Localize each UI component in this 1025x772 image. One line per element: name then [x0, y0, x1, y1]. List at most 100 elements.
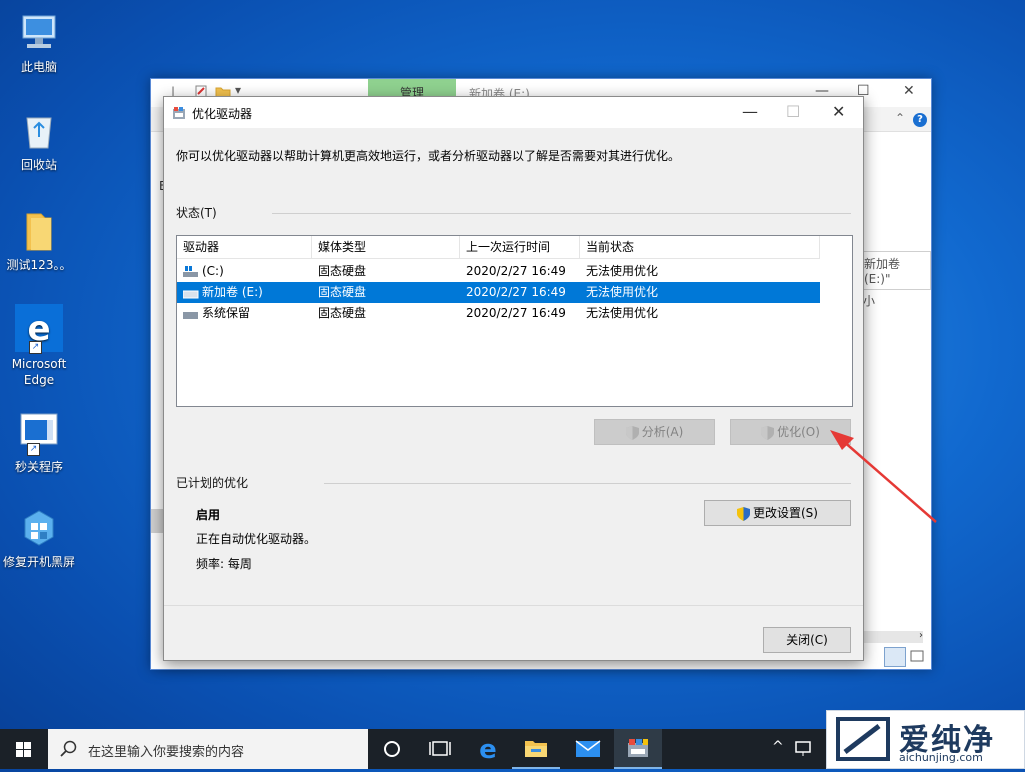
defrag-app-icon [628, 739, 648, 757]
taskbar-edge[interactable]: e [464, 729, 512, 769]
size-column-header[interactable]: 小 [863, 292, 875, 309]
help-icon[interactable]: ? [913, 113, 927, 127]
customize-toolbar-icon[interactable]: ▾ [235, 83, 241, 97]
scroll-right-icon[interactable]: › [919, 630, 923, 641]
taskbar-defrag[interactable] [614, 729, 662, 769]
last-run-time: 2020/2/27 16:49 [466, 264, 566, 278]
watermark-url: aichunjing.com [899, 751, 983, 764]
shortcut-arrow-icon: ↗ [29, 341, 42, 354]
uac-shield-icon [761, 425, 775, 440]
desktop-icon-label: 秒关程序 [14, 460, 63, 474]
network-icon[interactable] [794, 740, 814, 758]
drive-icon [183, 311, 198, 319]
mail-icon [575, 740, 601, 757]
show-hidden-icons-icon[interactable]: ^ [772, 739, 784, 755]
status-section-label: 状态(T) [176, 206, 217, 220]
desktop-icon-label: 测试123。。 [6, 258, 72, 272]
desktop-icon-this-pc[interactable]: 此电脑 [2, 10, 76, 75]
column-header-status[interactable]: 当前状态 [580, 236, 820, 258]
column-header-media[interactable]: 媒体类型 [312, 236, 460, 258]
start-button[interactable] [0, 729, 48, 769]
search-placeholder: 在这里输入你要搜索的内容 [88, 745, 245, 760]
table-row-selected[interactable]: 新加卷 (E:) 固态硬盘 2020/2/27 16:49 无法使用优化 [177, 282, 820, 303]
nav-pane-highlight [151, 509, 163, 533]
computer-icon [17, 10, 61, 54]
desktop-icon-recycle-bin[interactable]: 回收站 [2, 108, 76, 173]
desktop-icon-label: 修复开机黑屏 [2, 555, 75, 569]
tiles-view-icon[interactable] [908, 647, 926, 665]
drives-list-header: 驱动器 媒体类型 上一次运行时间 当前状态 [177, 236, 820, 259]
ribbon-collapse-icon[interactable]: ⌃ [895, 111, 905, 125]
watermark-logo-icon [836, 717, 890, 761]
current-status: 无法使用优化 [586, 306, 659, 320]
repair-tool-icon [17, 505, 61, 549]
current-status: 无法使用优化 [586, 264, 659, 278]
taskbar-file-explorer[interactable] [512, 729, 560, 769]
schedule-state: 启用 [196, 508, 221, 522]
desktop-icon-repair[interactable]: 修复开机黑屏 [2, 505, 76, 570]
desktop-icon-folder[interactable]: 测试123。。 [2, 208, 76, 273]
media-type: 固态硬盘 [318, 264, 367, 278]
minimize-icon[interactable]: — [742, 102, 758, 121]
shortcut-arrow-icon: ↗ [27, 443, 40, 456]
column-header-drive[interactable]: 驱动器 [177, 236, 312, 258]
drive-name: 新加卷 (E:) [202, 285, 263, 299]
uac-shield-icon [625, 425, 639, 440]
table-row[interactable]: (C:) 固态硬盘 2020/2/27 16:49 无法使用优化 [177, 261, 820, 282]
folder-icon [17, 208, 61, 252]
drive-icon [183, 290, 199, 298]
svg-text:e: e [479, 735, 497, 765]
app-window-icon: ↗ [17, 410, 61, 456]
uac-shield-icon [737, 506, 750, 521]
schedule-description: 正在自动优化驱动器。 [196, 532, 317, 546]
dialog-title: 优化驱动器 [192, 107, 253, 121]
windows-logo-icon [16, 742, 31, 757]
address-bar[interactable]: 新加卷 (E:)" [859, 251, 931, 290]
footer-divider [164, 605, 863, 606]
media-type: 固态硬盘 [318, 285, 367, 299]
last-run-time: 2020/2/27 16:49 [466, 306, 566, 320]
desktop-icon-label: 此电脑 [20, 60, 57, 74]
drive-name: (C:) [202, 264, 224, 278]
close-button[interactable]: 关闭(C) [763, 627, 851, 653]
defrag-app-icon [173, 107, 185, 119]
horizontal-scrollbar[interactable] [863, 631, 923, 643]
dialog-titlebar: 优化驱动器 — ☐ ✕ [164, 97, 863, 128]
analyze-button[interactable]: 分析(A) [594, 419, 715, 445]
drive-name: 系统保留 [202, 306, 251, 320]
dialog-description: 你可以优化驱动器以帮助计算机更高效地运行，或者分析驱动器以了解是否需要对其进行优… [176, 149, 681, 163]
close-icon[interactable]: ✕ [832, 102, 845, 121]
desktop-icon-app[interactable]: ↗ 秒关程序 [2, 410, 76, 475]
windows-drive-icon [183, 265, 198, 277]
task-view-icon [429, 741, 451, 756]
optimize-drives-dialog: 优化驱动器 — ☐ ✕ 你可以优化驱动器以帮助计算机更高效地运行，或者分析驱动器… [163, 96, 864, 661]
table-row[interactable]: 系统保留 固态硬盘 2020/2/27 16:49 无法使用优化 [177, 303, 820, 324]
task-view-button[interactable] [416, 729, 464, 769]
status-divider [272, 213, 851, 214]
close-icon[interactable]: ✕ [903, 83, 915, 99]
edge-icon: e [479, 735, 497, 765]
desktop-icon-edge[interactable]: e ↗ Microsoft Edge [2, 304, 76, 388]
details-view-icon[interactable] [884, 647, 906, 667]
current-status: 无法使用优化 [586, 285, 659, 299]
edge-icon: e ↗ [15, 304, 63, 354]
site-watermark: 爱纯净 aichunjing.com [826, 710, 1025, 769]
cortana-circle-icon [384, 741, 400, 757]
desktop-icon-label: Microsoft Edge [11, 357, 67, 387]
schedule-frequency: 频率: 每周 [196, 557, 252, 571]
search-icon [60, 740, 77, 757]
cortana-button[interactable] [368, 729, 416, 769]
desktop-icon-label: 回收站 [20, 158, 57, 172]
taskbar-mail[interactable] [564, 729, 612, 769]
scheduled-divider [324, 483, 851, 484]
column-header-last-run[interactable]: 上一次运行时间 [460, 236, 580, 258]
recycle-bin-icon [17, 108, 61, 152]
file-explorer-icon [525, 741, 547, 757]
scheduled-section-label: 已计划的优化 [176, 476, 249, 490]
annotation-arrow [830, 430, 937, 523]
media-type: 固态硬盘 [318, 306, 367, 320]
taskbar-search-box[interactable]: 在这里输入你要搜索的内容 [48, 729, 368, 769]
maximize-icon: ☐ [786, 102, 801, 121]
drives-list[interactable]: 驱动器 媒体类型 上一次运行时间 当前状态 (C:) 固态硬盘 2020/2/2… [176, 235, 853, 407]
last-run-time: 2020/2/27 16:49 [466, 285, 566, 299]
